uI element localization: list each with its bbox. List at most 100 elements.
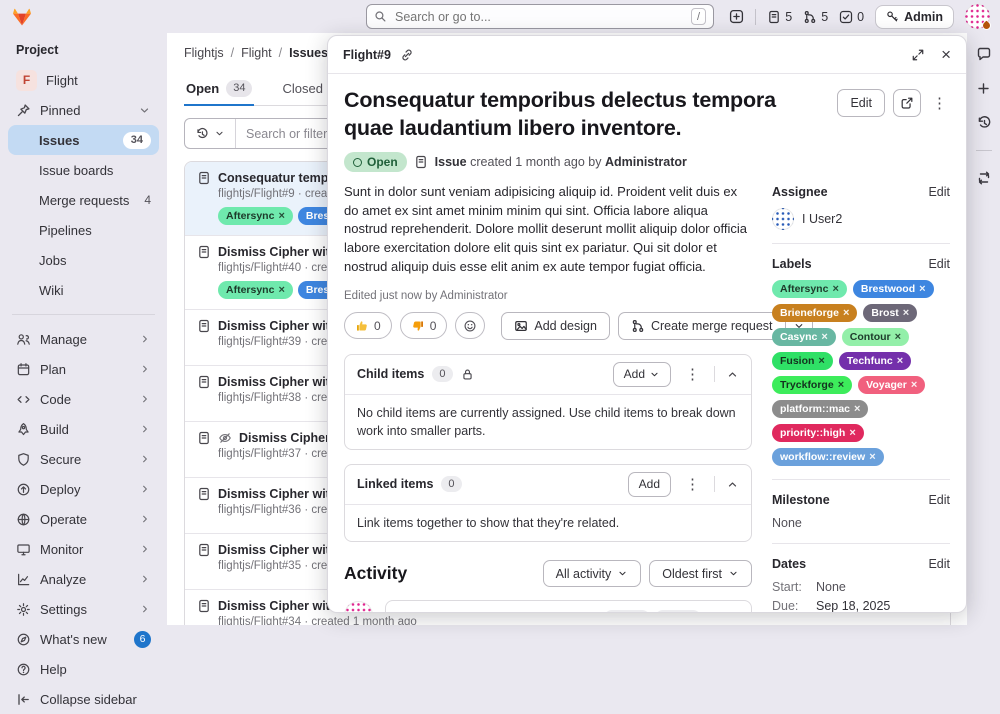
thumbs-up-button[interactable]: 0 (344, 312, 392, 339)
topbar-merge-requests-count[interactable]: 5 (803, 10, 828, 24)
thumbs-down-button[interactable]: 0 (400, 312, 448, 339)
label-remove-icon[interactable]: × (278, 284, 284, 296)
copy-link-icon[interactable] (400, 48, 414, 62)
sidebar-menu-item[interactable]: Deploy (8, 474, 159, 504)
label-pill[interactable]: Aftersync× (218, 281, 293, 299)
comment-timestamp[interactable]: 1 month ago (525, 611, 592, 612)
assignee-name[interactable]: I User2 (802, 212, 842, 226)
milestone-edit-button[interactable]: Edit (928, 493, 950, 507)
child-items-kebab[interactable]: ⋮ (682, 365, 703, 383)
issue-author[interactable]: Administrator (605, 155, 687, 169)
comment-author[interactable]: Administrator (398, 611, 480, 612)
sidebar-menu-item[interactable]: Code (8, 384, 159, 414)
sidebar-pinned-header[interactable]: Pinned (8, 95, 159, 125)
add-reaction-button[interactable] (455, 312, 485, 339)
add-linked-item-button[interactable]: Add (628, 472, 671, 497)
label-remove-icon[interactable]: × (843, 307, 849, 319)
sidebar-item[interactable]: Merge requests 4 (8, 185, 159, 215)
comments-rail-icon[interactable] (976, 46, 992, 62)
label-pill[interactable]: Aftersync× (772, 280, 847, 298)
add-rail-icon[interactable] (976, 81, 991, 96)
label-remove-icon[interactable]: × (869, 451, 875, 463)
label-pill[interactable]: Brost× (863, 304, 917, 322)
sidebar-item[interactable]: Jobs (8, 245, 159, 275)
sidebar-menu-item[interactable]: Plan (8, 354, 159, 384)
sidebar-menu-item[interactable]: Settings (8, 594, 159, 624)
label-remove-icon[interactable]: × (821, 331, 827, 343)
label-pill[interactable]: Voyager× (858, 376, 925, 394)
topbar-todos-count[interactable]: 0 (839, 10, 864, 24)
sidebar-item[interactable]: Issue boards (8, 155, 159, 185)
label-pill[interactable]: Brieneforge× (772, 304, 857, 322)
label-remove-icon[interactable]: × (897, 355, 903, 367)
label-pill[interactable]: Brestwood× (853, 280, 934, 298)
state-tab[interactable]: Open Open 34 (184, 71, 254, 105)
recent-searches-button[interactable] (185, 119, 236, 148)
label-remove-icon[interactable]: × (278, 210, 284, 222)
sidebar-help[interactable]: Help (8, 654, 159, 684)
label-pill[interactable]: platform::mac× (772, 400, 868, 418)
sidebar-project-flight[interactable]: F Flight (8, 65, 159, 95)
more-actions-kebab[interactable]: ⋮ (929, 94, 950, 112)
assignee-edit-button[interactable]: Edit (928, 185, 950, 199)
admin-button[interactable]: Admin (875, 5, 954, 29)
label-remove-icon[interactable]: × (919, 283, 925, 295)
collapse-section-icon[interactable] (726, 478, 739, 491)
add-design-button[interactable]: Add design (501, 312, 610, 340)
label-remove-icon[interactable]: × (818, 355, 824, 367)
create-new-button[interactable] (729, 9, 744, 24)
activity-sort-dropdown[interactable]: Oldest first (649, 560, 752, 587)
sidebar-menu-item[interactable]: Secure (8, 444, 159, 474)
label-pill[interactable]: Aftersync× (218, 207, 293, 225)
sidebar-menu-item[interactable]: Manage (8, 324, 159, 354)
label-pill[interactable]: Casync× (772, 328, 836, 346)
expand-modal-icon[interactable] (911, 48, 925, 62)
add-child-item-button[interactable]: Add (613, 362, 671, 387)
label-pill[interactable]: Fusion× (772, 352, 833, 370)
history-rail-icon[interactable] (976, 115, 992, 131)
user-avatar[interactable] (965, 4, 990, 29)
label-remove-icon[interactable]: × (854, 403, 860, 415)
edit-button[interactable]: Edit (837, 89, 885, 117)
label-pill[interactable]: Contour× (842, 328, 909, 346)
comment-kebab[interactable]: ⋮ (787, 609, 808, 612)
close-modal-icon[interactable]: × (941, 46, 951, 63)
global-search-input[interactable] (393, 9, 685, 25)
label-remove-icon[interactable]: × (849, 427, 855, 439)
open-in-full-page-button[interactable] (893, 89, 921, 117)
activity-filter-dropdown[interactable]: All activity (543, 560, 642, 587)
collapse-section-icon[interactable] (726, 368, 739, 381)
swap-rail-icon[interactable] (976, 170, 992, 186)
label-remove-icon[interactable]: × (832, 283, 838, 295)
label-remove-icon[interactable]: × (911, 379, 917, 391)
sidebar-whats-new[interactable]: What's new 6 (8, 624, 159, 654)
sidebar-menu-item[interactable]: Operate (8, 504, 159, 534)
labels-edit-button[interactable]: Edit (928, 257, 950, 271)
sidebar-item[interactable]: Wiki (8, 275, 159, 305)
label-pill[interactable]: Tryckforge× (772, 376, 852, 394)
gitlab-logo-icon[interactable] (10, 5, 34, 28)
dates-edit-button[interactable]: Edit (928, 557, 950, 571)
edit-comment-icon[interactable] (762, 611, 776, 612)
label-pill[interactable]: Techfunc× (839, 352, 911, 370)
label-pill[interactable]: priority::high× (772, 424, 864, 442)
sidebar-menu-item[interactable]: Analyze (8, 564, 159, 594)
breadcrumb-project[interactable]: Flight (241, 46, 272, 60)
add-reaction-icon[interactable] (712, 611, 726, 612)
assignee-avatar[interactable] (772, 208, 794, 230)
topbar-issues-count[interactable]: 5 (767, 10, 792, 24)
sidebar-collapse[interactable]: Collapse sidebar (8, 684, 159, 714)
label-remove-icon[interactable]: × (838, 379, 844, 391)
reply-icon[interactable] (737, 611, 751, 612)
label-remove-icon[interactable]: × (895, 331, 901, 343)
sidebar-menu-item[interactable]: Monitor (8, 534, 159, 564)
comment-author-avatar[interactable] (344, 601, 373, 612)
sidebar-menu-item[interactable]: Build (8, 414, 159, 444)
linked-items-kebab[interactable]: ⋮ (682, 475, 703, 493)
sidebar-item[interactable]: Issues 34 (8, 125, 159, 155)
sidebar-item[interactable]: Pipelines (8, 215, 159, 245)
label-remove-icon[interactable]: × (903, 307, 909, 319)
global-search[interactable]: / (366, 4, 714, 29)
label-pill[interactable]: workflow::review× (772, 448, 884, 466)
breadcrumb-group[interactable]: Flightjs (184, 46, 224, 60)
